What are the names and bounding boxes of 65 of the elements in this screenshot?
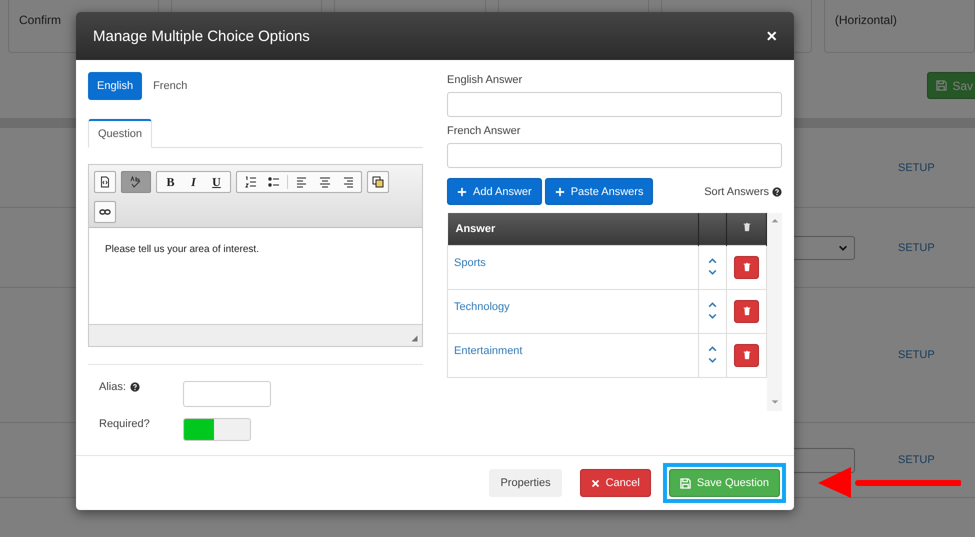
editor-tab[interactable]: Question xyxy=(88,119,152,148)
plus-icon xyxy=(457,186,467,196)
answer-link[interactable]: Sports xyxy=(454,256,486,268)
trash-icon xyxy=(742,222,752,232)
field-type-label: Confirm xyxy=(19,12,62,28)
cancel-button[interactable]: Cancel xyxy=(580,469,651,497)
save-icon xyxy=(680,478,691,488)
underline-button[interactable]: U xyxy=(207,173,226,191)
move-up-icon xyxy=(707,344,718,354)
delete-button[interactable] xyxy=(734,300,759,322)
editor-text[interactable]: Please tell us your area of interest. xyxy=(89,228,422,324)
delete-button[interactable] xyxy=(734,344,759,366)
french-answer-label: French Answer xyxy=(447,125,522,137)
alias-label: Alias: xyxy=(99,381,126,393)
delete-button[interactable] xyxy=(734,256,759,278)
field-type-label: (Horizontal) xyxy=(834,12,898,28)
trash-icon xyxy=(742,262,752,272)
align-left-icon xyxy=(296,176,308,188)
save-question-button[interactable]: Save Question xyxy=(668,469,780,497)
alias-input[interactable] xyxy=(183,381,271,407)
required-toggle[interactable] xyxy=(183,418,251,441)
bold-button[interactable]: B xyxy=(161,173,180,191)
document-icon xyxy=(99,176,111,188)
required-label: Required? xyxy=(99,418,151,430)
english-answer-label: English Answer xyxy=(447,74,524,86)
plus-icon xyxy=(554,186,565,196)
italic-button[interactable]: I xyxy=(184,173,203,191)
answer-link[interactable]: Technology xyxy=(454,300,510,312)
trash-icon xyxy=(742,306,752,316)
close-icon xyxy=(590,478,600,488)
setup-link[interactable]: SETUP xyxy=(865,242,975,254)
help-icon xyxy=(772,186,782,196)
properties-button[interactable]: Properties xyxy=(489,469,562,497)
scrollbar[interactable] xyxy=(767,213,782,411)
chevron-down-icon xyxy=(838,242,848,252)
source-button[interactable] xyxy=(94,171,116,193)
english-answer-input[interactable] xyxy=(447,92,782,117)
paste-answers-button[interactable]: Paste Answers xyxy=(544,178,654,205)
spellcheck-button[interactable] xyxy=(121,171,151,193)
link-button[interactable] xyxy=(94,201,116,223)
setup-link[interactable]: SETUP xyxy=(865,349,975,361)
sort-answers-label: Sort Answers xyxy=(704,186,769,198)
scroll-up-icon xyxy=(770,217,780,225)
save-icon xyxy=(936,80,948,91)
help-icon xyxy=(130,382,140,392)
answer-link[interactable]: Entertainment xyxy=(454,344,522,356)
add-answer-button[interactable]: Add Answer xyxy=(447,178,542,205)
numbered-list-icon xyxy=(244,176,256,188)
language-tab[interactable]: French xyxy=(144,72,196,100)
image-icon xyxy=(372,176,384,188)
column-header: Answer xyxy=(448,213,698,245)
french-answer-input[interactable] xyxy=(447,143,782,168)
align-right-icon xyxy=(342,176,354,188)
move-up-icon xyxy=(707,256,718,266)
bullet-list-icon xyxy=(268,176,280,188)
resize-grip-icon xyxy=(410,334,419,343)
language-tab[interactable]: English xyxy=(88,72,142,100)
setup-link[interactable]: SETUP xyxy=(865,162,975,174)
image-button[interactable] xyxy=(367,171,389,193)
close-button[interactable]: × xyxy=(766,26,777,46)
align-center-icon xyxy=(318,176,330,188)
trash-icon xyxy=(742,350,752,360)
modal-title: Manage Multiple Choice Options xyxy=(93,28,310,44)
setup-link[interactable]: SETUP xyxy=(865,454,975,466)
move-up-icon xyxy=(707,300,718,310)
